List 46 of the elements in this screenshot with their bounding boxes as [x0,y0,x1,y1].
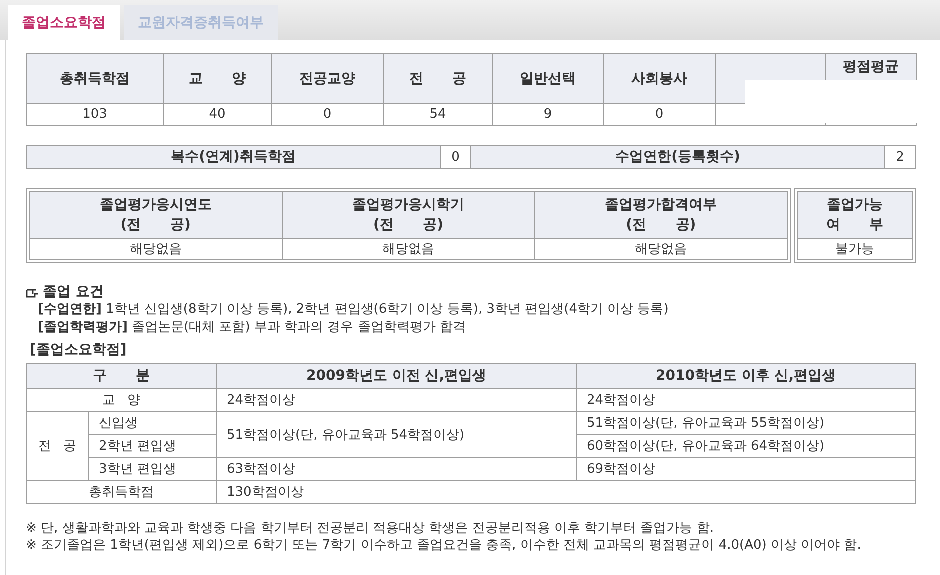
table-cell: 51학점이상(단, 유아교육과 54학점이상) [216,412,576,458]
table-cell: 24학점이상 [216,388,576,412]
table-cell: 해당없음 [282,238,535,260]
table-cell: 60학점이상(단, 유아교육과 64학점이상) [576,434,916,458]
table-cell: 69학점이상 [576,458,916,480]
note-text: ※ 조기졸업은 1학년(편입생 제외)으로 6학기 또는 7학기 이수하고 졸업요건을 충족, 이수한 전체 교과목의 평점평균이 4.0(A0) 이상 이어야 함. [26,537,862,554]
table-cell: 0 [604,104,716,126]
column-header: 구 분 [26,364,216,388]
table-cell: 40 [164,104,272,126]
table-cell: 총취득학점 [26,480,216,504]
table-cell: 해당없음 [30,238,282,260]
row-header: 수업연한(등록횟수) [470,146,885,168]
table-cell: 신입생 [88,412,216,434]
note-text: ※ 단, 생활과학과와 교육과 학생중 다음 학기부터 전공분리 적용대상 학생은 전공분리적용 이후 학기부터 졸업가능 함. [26,520,716,537]
section-title: [졸업소요학점] [29,341,128,359]
table-cell: 54 [384,104,492,126]
column-header: 졸업평가응시학기 (전 공) [282,192,535,238]
column-header: 졸업평가응시연도 (전 공) [30,192,282,238]
column-header: 총취득학점 [26,54,164,104]
tab[interactable]: 졸업소요학점 [8,5,120,40]
table-cell: 24학점이상 [576,388,916,412]
requirement-text: [졸업학력평가] 졸업논문(대체 포함) 부과 학과의 경우 졸업학력평가 합격 [37,319,467,337]
table-cell: 0 [272,104,384,126]
table-cell: 63학점이상 [216,458,576,480]
column-header: 2010학년도 이후 신,편입생 [576,364,916,388]
row-header: 복수(연계)취득학점 [26,146,440,168]
table-cell: 전 공 [26,412,88,480]
column-header: 전 공 [384,54,492,104]
table-cell: 2 [884,146,916,168]
table-cell: 불가능 [798,238,912,260]
column-header: 일반선택 [492,54,604,104]
table-cell: 3학년 편입생 [88,458,216,480]
column-header: 전공교양 [272,54,384,104]
table-cell: 130학점이상 [216,480,916,504]
table-cell: 9 [492,104,604,126]
table-cell: 51학점이상(단, 유아교육과 55학점이상) [576,412,916,434]
requirement-text: [수업연한] 1학년 신입생(8학기 이상 등록), 2학년 편입생(6학기 이상 등록), 3학년 편입생(4학기 이상 등록) [37,301,670,319]
column-header: 졸업평가합격여부 (전 공) [534,192,788,238]
column-header: 사회봉사 [604,54,716,104]
section-title: 졸업 요건 [43,283,104,301]
column-header: 2009학년도 이전 신,편입생 [216,364,576,388]
column-header: 졸업가능 여 부 [798,192,912,238]
column-header: 교 양 [164,54,272,104]
table-cell: 교 양 [26,388,216,412]
table-cell: 103 [26,104,164,126]
table-cell: 해당없음 [534,238,788,260]
